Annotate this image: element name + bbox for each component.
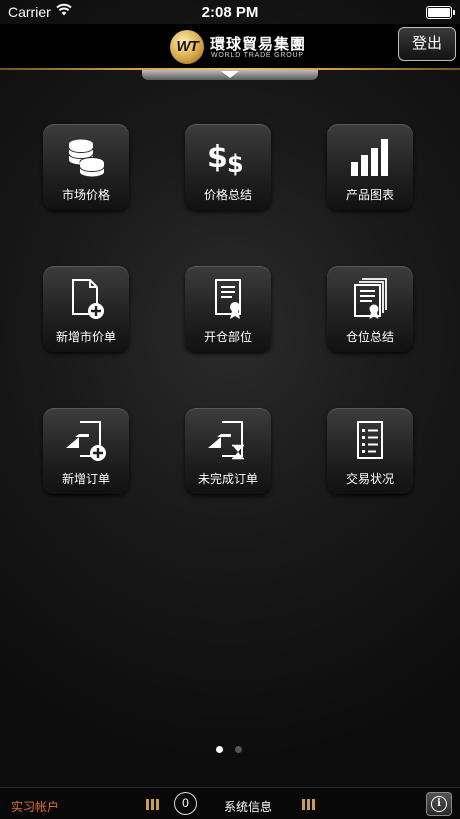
page-dot[interactable] [235,746,242,753]
status-clock: 2:08 PM [201,4,259,21]
tile-position-summary[interactable]: 仓位总结 [327,266,413,352]
bar-chart-icon [351,139,388,176]
tile-label: 新增订单 [61,472,110,486]
system-info-label[interactable]: 系统信息 [224,798,272,815]
tile-label: 市场价格 [61,188,110,202]
stacked-certificates-icon [354,278,387,319]
logo-chinese-name: 環球貿易集團 [210,36,307,53]
tile-price-summary[interactable]: $ $ 价格总结 [185,124,271,210]
account-type-label: 实习帐户 [11,800,60,814]
logout-button[interactable]: 登出 [398,27,456,61]
svg-text:$: $ [208,140,228,175]
tile-label: 仓位总结 [345,330,394,344]
tile-label: 新增市价单 [55,330,116,344]
tile-trade-status[interactable]: 交易状况 [327,408,413,494]
tile-open-positions[interactable]: 开仓部位 [185,266,271,352]
coins-stack-icon [68,139,105,177]
certificate-document-icon [215,279,241,319]
status-bar: Carrier 2:08 PM [0,0,460,24]
tile-pending-orders[interactable]: 未完成订单 [185,408,271,494]
tile-new-market-order[interactable]: 新增市价单 [43,266,129,352]
tile-product-chart[interactable]: 产品图表 [327,124,413,210]
tile-label: 开仓部位 [203,330,252,344]
logo-emblem: WT [170,30,204,64]
bottom-status-bar: 实习帐户 0 系统信息 i [0,787,460,819]
info-icon: i [431,796,447,812]
tile-market-price[interactable]: 市场价格 [43,124,129,210]
tile-label: 交易状况 [345,472,394,486]
info-button[interactable]: i [426,792,452,816]
signal-bars-icon [146,799,159,810]
tile-new-order[interactable]: 新增订单 [43,408,129,494]
signal-bars-icon [302,799,315,810]
hand-add-document-icon [66,421,106,461]
tile-label: 未完成订单 [197,472,258,486]
chevron-down-icon [221,71,239,78]
new-document-icon [72,279,104,319]
brand-logo: WT 環球貿易集團 WORLD TRADE GROUP [170,30,305,68]
battery-icon [426,6,455,19]
dollar-signs-icon: $ $ [208,140,244,178]
tile-label: 价格总结 [203,188,252,202]
svg-text:$: $ [227,150,244,178]
checklist-icon [357,421,383,459]
hand-hourglass-document-icon [208,421,244,460]
logo-english-name: WORLD TRADE GROUP [211,52,304,59]
tile-label: 产品图表 [345,188,394,202]
message-count-badge[interactable]: 0 [174,792,197,815]
page-dot-active[interactable] [216,746,223,753]
